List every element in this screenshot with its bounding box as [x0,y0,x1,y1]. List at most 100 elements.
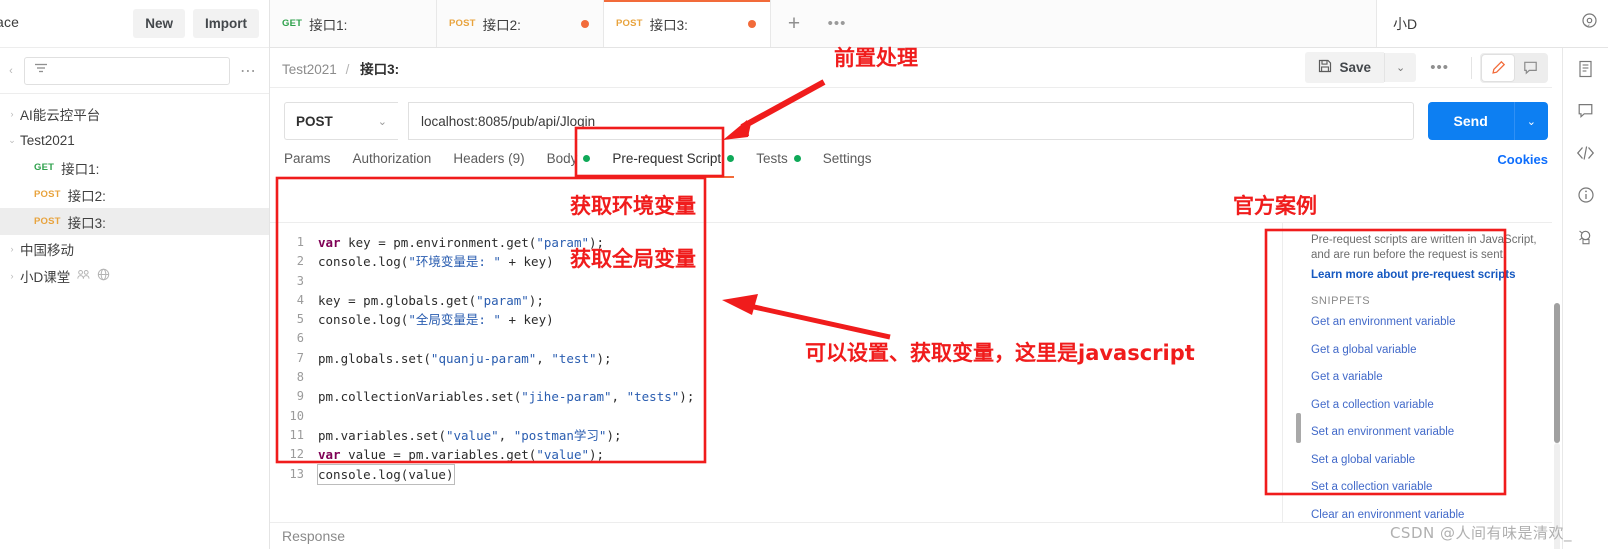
edit-mode-button[interactable] [1482,54,1514,81]
code-line-text[interactable]: console.log("全局变量是: " + key) [318,310,554,329]
code-line: 9 pm.collectionVariables.set("jihe-param"… [270,387,1282,406]
snippet-item-0[interactable]: Get an environment variable [1311,316,1554,329]
send-button[interactable]: Send [1427,102,1514,140]
new-tab-button[interactable]: + [771,0,817,47]
line-number: 10 [289,408,304,423]
learn-more-link[interactable]: Learn more about pre-request scripts [1311,269,1554,281]
script-editor-area: 1 var key = pm.environment.get("param"); 2… [270,222,1562,523]
sidebar-item-label: 中国移动 [20,242,74,258]
request-tab-3[interactable]: POST 接口3: [604,0,771,47]
subtab-5[interactable]: Tests [745,140,812,178]
sidebar-item-3[interactable]: POST 接口2: [0,181,269,208]
send-dropdown-button[interactable]: ⌄ [1513,102,1548,140]
line-number: 3 [296,273,304,288]
unsaved-indicator-dot [748,19,756,28]
mock-server-icon[interactable] [1577,228,1595,246]
subtab-2[interactable]: Headers (9) [442,140,535,178]
team-icon [77,269,90,283]
sidebar-item-2[interactable]: GET 接口1: [0,154,269,181]
save-label: Save [1339,60,1372,75]
collection-tree: › AI能云控平台 ⌄ Test2021 GET 接口1: POST 接口2: POST 接口3:… [0,94,269,289]
snippet-item-1[interactable]: Get a global variable [1311,344,1554,357]
sidebar-item-4[interactable]: POST 接口3: [0,208,269,235]
editor-scroll-thumb[interactable] [1554,303,1560,443]
code-line-text[interactable]: pm.collectionVariables.set("jihe-param",… [318,387,694,406]
request-subtab-row: Params Authorization Headers (9) Body Pre-re… [270,140,1562,178]
save-button[interactable]: Save [1305,52,1385,83]
code-line-text[interactable]: var key = pm.environment.get("param"); [318,233,604,252]
code-line-text[interactable]: console.log(value) [317,463,455,485]
help-icon[interactable] [1581,12,1598,29]
tab-name-label: 接口2: [482,17,521,33]
code-line-text[interactable]: var value = pm.variables.get("value"); [318,445,604,464]
info-icon[interactable] [1577,186,1595,204]
line-number: 7 [296,350,304,365]
chevron-icon[interactable]: › [4,109,20,119]
breadcrumb-request: 接口3: [360,61,400,77]
chevron-icon[interactable]: ⌄ [4,135,20,146]
snippet-item-7[interactable]: Clear an environment variable [1311,509,1554,522]
snippet-item-3[interactable]: Get a collection variable [1311,399,1554,412]
save-icon [1318,59,1332,76]
sidebar-item-1[interactable]: ⌄ Test2021 [0,127,269,154]
subtab-6[interactable]: Settings [812,140,883,178]
documentation-icon[interactable] [1577,60,1594,78]
snippet-item-2[interactable]: Get a variable [1311,371,1554,384]
code-line: 12 var value = pm.variables.get("value"); [270,445,1282,464]
snippet-item-4[interactable]: Set an environment variable [1311,426,1554,439]
code-line-text[interactable]: pm.globals.set("quanju-param", "test"); [318,349,612,368]
snippets-description: Pre-request scripts are written in JavaS… [1311,234,1537,261]
http-method-label: GET [34,162,55,173]
line-number: 9 [296,389,304,404]
chevron-icon[interactable]: › [4,271,20,281]
subtab-3[interactable]: Body [536,140,602,178]
user-menu[interactable]: 小D ⌄ [1376,0,1608,47]
code-line-text[interactable]: key = pm.globals.get("param"); [318,291,544,310]
status-dot [583,155,591,162]
url-input[interactable]: localhost:8085/pub/api/Jlogin [408,102,1414,140]
subtab-4[interactable]: Pre-request Script [601,140,745,178]
request-more-icon[interactable]: ••• [1416,59,1463,76]
new-button[interactable]: New [133,9,185,38]
workspace-name: ace [0,14,20,30]
code-editor[interactable]: 1 var key = pm.environment.get("param"); 2… [270,223,1282,523]
subtab-0[interactable]: Params [284,140,342,178]
chevron-icon[interactable]: › [4,244,20,254]
sidebar-collapse-icon[interactable]: ‹ [4,65,18,77]
cookies-link[interactable]: Cookies [1497,152,1548,167]
code-line: 5 console.log("全局变量是: " + key) [270,310,1282,329]
line-number: 13 [289,466,304,481]
sidebar-item-0[interactable]: › AI能云控平台 [0,100,269,127]
sidebar-filter-row: ‹ ⋯ [0,48,269,94]
breadcrumb-collection[interactable]: Test2021 [282,62,337,77]
comment-mode-button[interactable] [1514,55,1546,81]
subtab-1[interactable]: Authorization [342,140,443,178]
sidebar-more-icon[interactable]: ⋯ [236,61,261,81]
subtab-label: Tests [756,151,788,166]
comments-icon[interactable] [1577,102,1594,120]
sidebar-item-6[interactable]: › 小D课堂 [0,262,269,289]
method-select[interactable]: POST ⌄ [284,102,398,140]
request-tab-1[interactable]: GET 接口1: [270,0,437,47]
tab-options-icon[interactable]: ••• [817,0,857,47]
http-method-label: POST [34,189,61,200]
subtab-label: Body [546,151,578,166]
snippet-item-5[interactable]: Set a global variable [1311,454,1554,467]
divider [1471,56,1472,79]
import-button[interactable]: Import [193,9,259,38]
request-tab-2[interactable]: POST 接口2: [437,0,604,47]
snippets-scroll-thumb[interactable] [1296,413,1301,443]
send-group: Send ⌄ [1427,102,1548,140]
code-line: 13 console.log(value) [270,463,1282,485]
code-line-text[interactable]: console.log("环境变量是: " + key) [318,252,554,271]
sidebar-item-5[interactable]: › 中国移动 [0,235,269,262]
snippets-scrollbar[interactable] [1293,223,1305,523]
save-dropdown-button[interactable]: ⌄ [1384,53,1417,82]
code-line-text[interactable]: pm.variables.set("value", "postman学习"); [318,426,622,445]
filter-input[interactable] [24,56,230,85]
tab-name-label: 接口1: [309,17,348,33]
snippet-item-6[interactable]: Set a collection variable [1311,481,1554,494]
tab-method-label: POST [616,18,643,29]
code-icon[interactable] [1576,144,1595,162]
request-subtabs: Params Authorization Headers (9) Body Pre-re… [284,140,882,178]
